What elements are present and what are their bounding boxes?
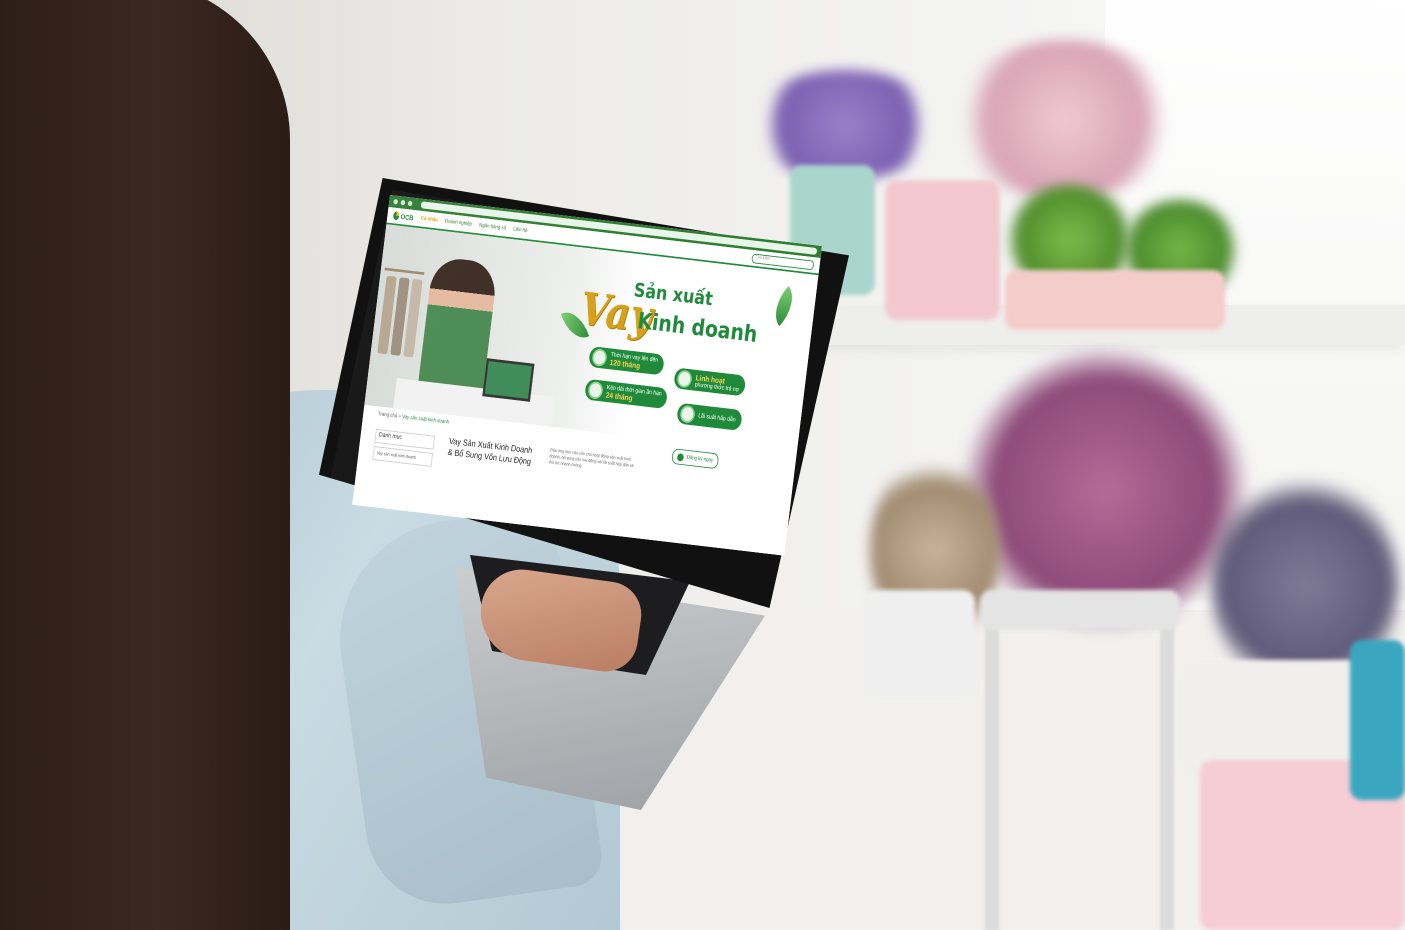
register-button-label: Đăng ký ngay bbox=[686, 455, 714, 464]
register-button[interactable]: Đăng ký ngay bbox=[671, 448, 720, 470]
purple-flowers bbox=[750, 70, 940, 180]
stand-leg-right bbox=[1160, 600, 1174, 930]
hydrangea bbox=[960, 350, 1250, 630]
feature-pill-grace: Kéo dài thời gian ân hạn 24 tháng bbox=[584, 378, 669, 410]
breadcrumb-home[interactable]: Trang chủ bbox=[378, 412, 398, 419]
feature-pill-rate: Lãi suất hấp dẫn bbox=[676, 402, 743, 431]
site-logo[interactable]: OCB bbox=[392, 210, 415, 223]
laptop-screen: OCB Cá nhân Doanh nghiệp Ngân hàng số Li… bbox=[330, 195, 850, 615]
register-icon bbox=[676, 452, 685, 462]
product-description: Đáp ứng nhu cầu vốn cho hoạt động sản xu… bbox=[548, 447, 634, 469]
feature-value: 24 tháng bbox=[605, 390, 634, 402]
calendar-icon bbox=[591, 348, 608, 368]
feature-label: Lãi suất bbox=[697, 412, 717, 421]
person-hair bbox=[0, 0, 290, 930]
nav-item-personal[interactable]: Cá nhân bbox=[420, 216, 438, 223]
breadcrumb: Trang chủ > Vay sản xuất kinh doanh bbox=[377, 411, 450, 426]
teal-cup bbox=[1350, 640, 1405, 800]
nav-item-contact[interactable]: Liên hệ bbox=[513, 227, 528, 234]
refresh-icon bbox=[676, 369, 693, 389]
stand-leg-left bbox=[985, 600, 999, 930]
breadcrumb-current[interactable]: Vay sản xuất kinh doanh bbox=[402, 415, 450, 426]
nav-item-business[interactable]: Doanh nghiệp bbox=[445, 219, 473, 227]
nav-item-digital[interactable]: Ngân hàng số bbox=[479, 223, 507, 231]
hero-title-line2: Kinh doanh bbox=[635, 308, 759, 349]
product-title: Vay Sản Xuất Kinh Doanh & Bổ Sung Vốn Lư… bbox=[447, 436, 533, 468]
feature-pill-flexible: Linh hoạt phương thức trả nợ bbox=[673, 367, 747, 397]
webpage: OCB Cá nhân Doanh nghiệp Ngân hàng số Li… bbox=[352, 195, 822, 556]
feature-label: phương thức trả nợ bbox=[694, 381, 740, 393]
pink-flowers bbox=[950, 40, 1180, 200]
pink-planter bbox=[1005, 270, 1225, 330]
logo-icon bbox=[392, 211, 400, 221]
photo-scene: OCB Cá nhân Doanh nghiệp Ngân hàng số Li… bbox=[0, 0, 1405, 930]
clock-icon bbox=[587, 380, 604, 400]
hero-laptop bbox=[482, 358, 535, 402]
percent-icon bbox=[679, 404, 696, 424]
window-dot-icon bbox=[407, 200, 413, 207]
feature-value: hấp dẫn bbox=[717, 414, 736, 423]
pink-box bbox=[885, 180, 1000, 320]
white-stand-top bbox=[980, 590, 1180, 630]
window-dot-icon bbox=[393, 198, 399, 205]
window-dot-icon bbox=[400, 199, 406, 206]
feature-pill-term: Thời hạn vay lên đến 120 tháng bbox=[588, 346, 665, 376]
sidebar-item[interactable]: Vay sản xuất kinh doanh bbox=[372, 446, 433, 467]
leaf-icon bbox=[766, 285, 802, 327]
search-input[interactable]: Tìm kiếm bbox=[751, 253, 815, 270]
logo-text: OCB bbox=[400, 212, 414, 222]
clothing-rack bbox=[371, 267, 425, 379]
white-basket bbox=[865, 590, 975, 700]
